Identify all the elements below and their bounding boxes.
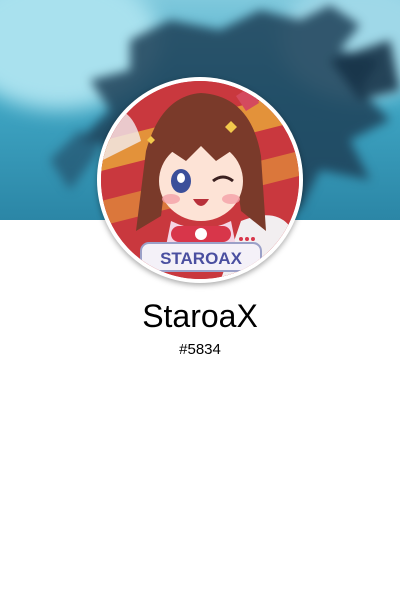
avatar-badge-text: STAROAX — [160, 249, 243, 268]
discriminator: #5834 — [179, 341, 221, 358]
profile-card: STAROAX StaroaX #5834 — [0, 0, 400, 600]
anime-girl-avatar-icon: STAROAX — [101, 81, 299, 279]
username: StaroaX — [142, 298, 258, 334]
avatar[interactable]: STAROAX — [101, 81, 299, 279]
avatar-ring[interactable]: STAROAX — [97, 77, 303, 283]
